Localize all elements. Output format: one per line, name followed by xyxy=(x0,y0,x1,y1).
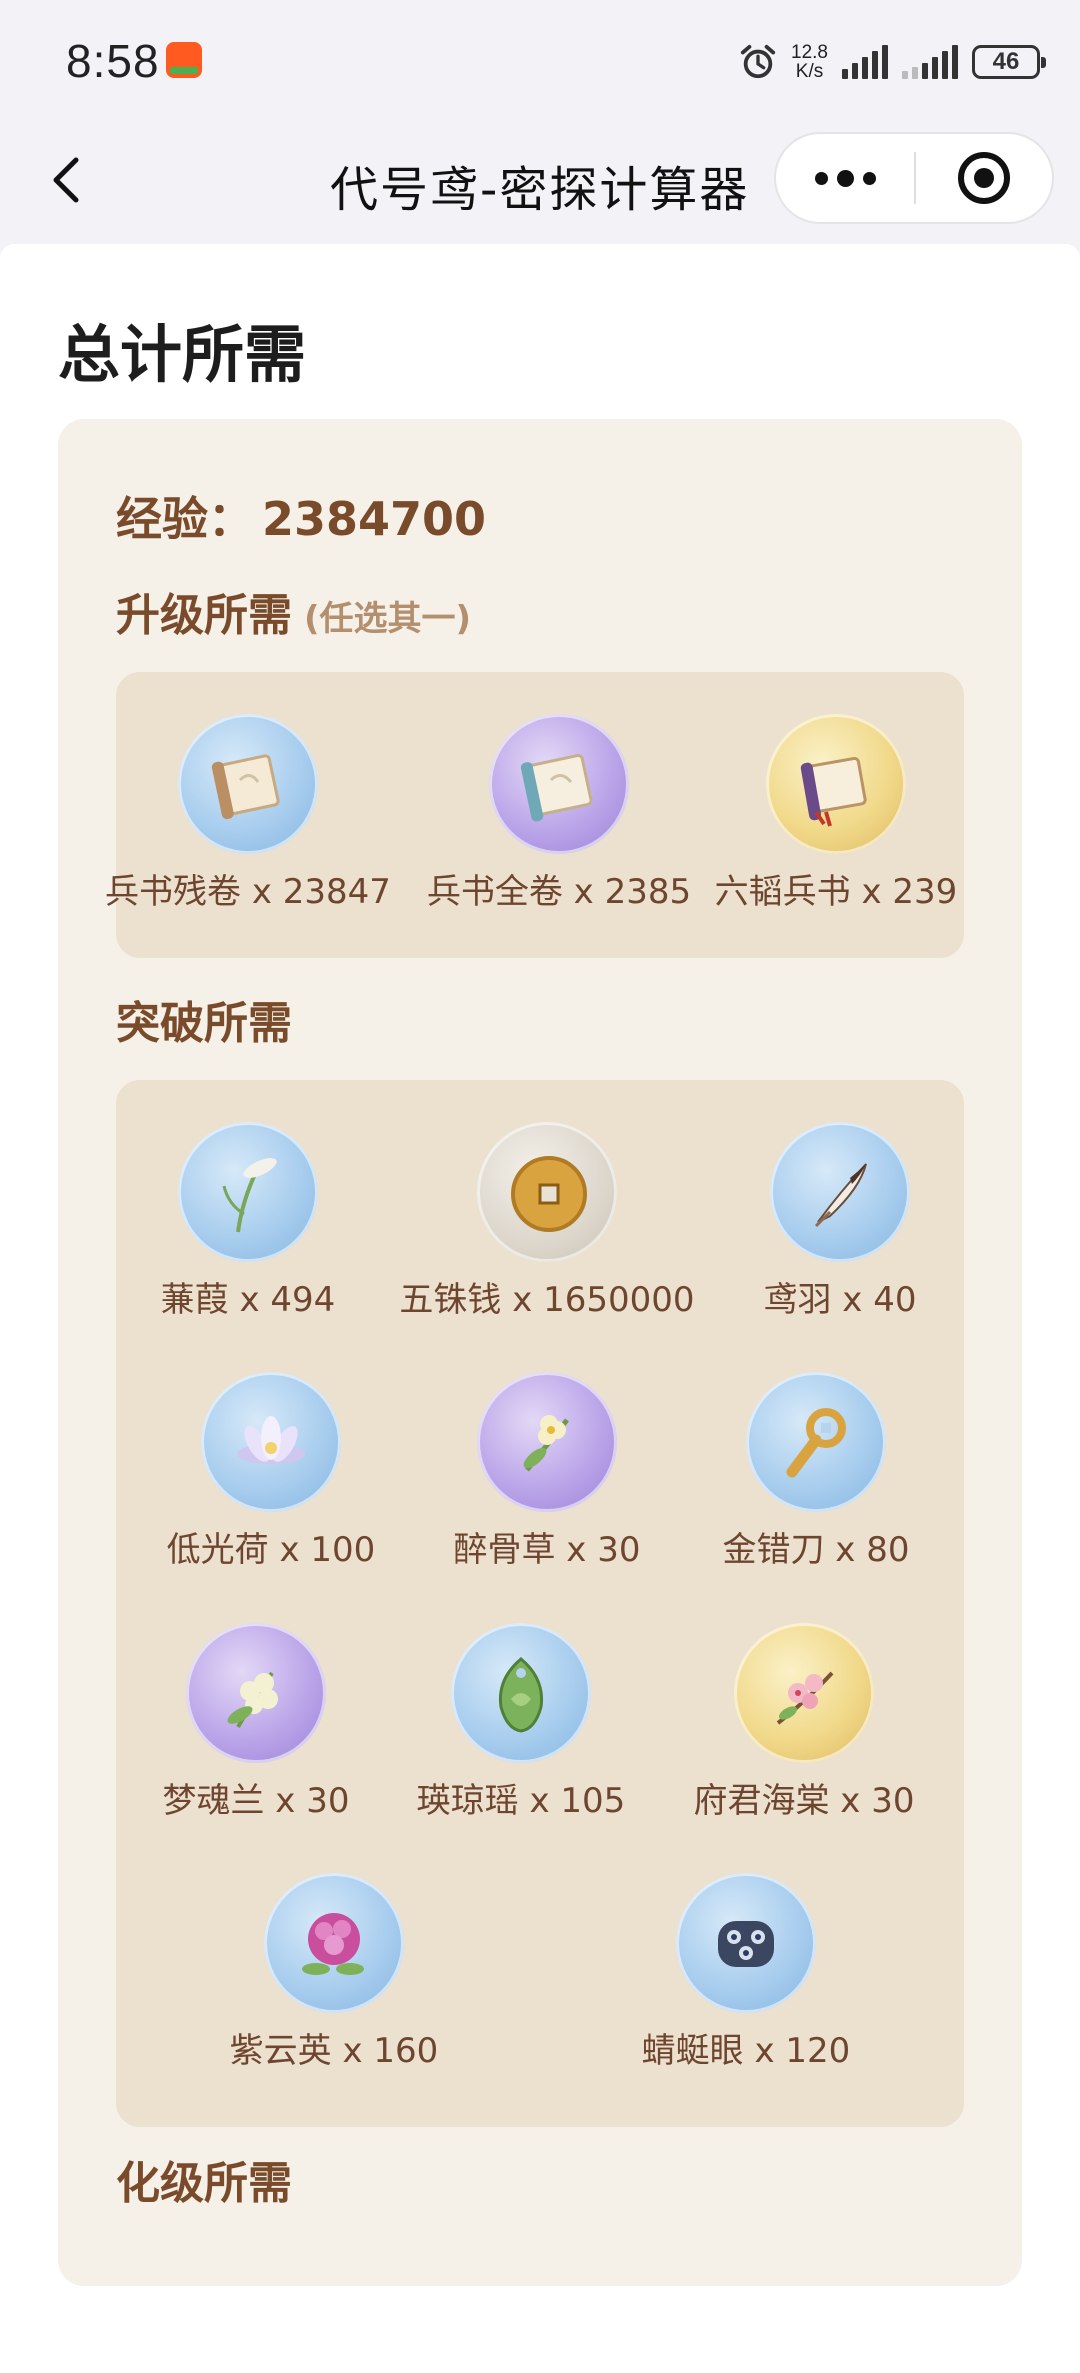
mini-program-capsule xyxy=(774,132,1054,224)
signal-strength-secondary-icon xyxy=(902,45,958,79)
transform-title: 化级所需 xyxy=(116,2158,292,2209)
back-button[interactable] xyxy=(38,150,98,210)
more-button[interactable] xyxy=(776,134,914,222)
reed-icon xyxy=(178,1122,318,1262)
network-speed: 12.8 K/s xyxy=(791,43,828,81)
target-icon xyxy=(958,152,1010,204)
transform-section-title: 化级所需 xyxy=(116,2147,292,2211)
nav-bar: 代号鸢-密探计算器 xyxy=(0,124,1080,236)
breakthrough-title: 突破所需 xyxy=(116,998,292,1049)
breakthrough-items-panel: 蒹葭 x 494 五铢钱 x 1650000 鸢羽 x 40 低光荷 x 100… xyxy=(116,1080,964,2127)
upgrade-section-title: 升级所需 (任选其一) xyxy=(116,579,471,643)
network-speed-unit: K/s xyxy=(795,61,824,82)
lotus-icon xyxy=(201,1372,341,1512)
item-label: 兵书残卷 x 23847 xyxy=(105,872,391,912)
item-lotus: 低光荷 x 100 xyxy=(111,1372,431,1571)
item-label: 紫云英 x 160 xyxy=(229,2031,439,2071)
jade-pendant-icon xyxy=(451,1623,591,1763)
herb-flower-icon xyxy=(477,1372,617,1512)
network-speed-value: 12.8 xyxy=(791,42,828,63)
battery-level: 46 xyxy=(992,48,1020,75)
item-reed: 蒹葭 x 494 xyxy=(88,1122,408,1321)
page-title: 总计所需 xyxy=(58,318,307,391)
item-label: 金错刀 x 80 xyxy=(722,1530,910,1570)
item-begonia: 府君海棠 x 30 xyxy=(644,1623,964,1822)
summary-card: 经验： 2384700 升级所需 (任选其一) 兵书残卷 x 23847 兵书全… xyxy=(58,419,1022,2286)
nav-title: 代号鸢-密探计算器 xyxy=(330,162,750,218)
coin-icon xyxy=(477,1122,617,1262)
signal-strength-icon xyxy=(842,45,888,79)
item-clover-flower: 紫云英 x 160 xyxy=(174,1873,494,2072)
upgrade-items-panel: 兵书残卷 x 23847 兵书全卷 x 2385 六韬兵书 x 239 xyxy=(105,672,964,958)
feather-icon xyxy=(770,1122,910,1262)
item-scroll-full: 兵书全卷 x 2385 xyxy=(399,714,719,913)
status-bar: 8:58 12.8 K/s 46 xyxy=(0,0,1080,124)
item-feather: 鸢羽 x 40 xyxy=(680,1122,1000,1321)
item-jade-pendant: 瑛琼瑶 x 105 xyxy=(361,1623,681,1822)
item-scroll-fragment: 兵书残卷 x 23847 xyxy=(88,714,408,913)
upgrade-note: (任选其一) xyxy=(304,599,472,639)
item-label: 五铢钱 x 1650000 xyxy=(399,1280,695,1320)
gold-knife-coin-icon xyxy=(746,1372,886,1512)
item-dragonfly-eye-bead: 蜻蜓眼 x 120 xyxy=(586,1873,906,2072)
item-label: 六韬兵书 x 239 xyxy=(714,872,958,912)
liutao-scroll-icon xyxy=(766,714,906,854)
item-liutao-scroll: 六韬兵书 x 239 xyxy=(676,714,996,913)
status-indicators: 12.8 K/s 46 xyxy=(739,40,1046,84)
dragonfly-eye-bead-icon xyxy=(676,1873,816,2013)
item-label: 蒹葭 x 494 xyxy=(160,1280,336,1320)
breakthrough-section-title: 突破所需 xyxy=(116,987,292,1051)
exp-label: 经验： xyxy=(116,492,254,546)
item-gold-knife-coin: 金错刀 x 80 xyxy=(656,1372,976,1571)
item-label: 蜻蜓眼 x 120 xyxy=(641,2031,851,2071)
item-label: 瑛琼瑶 x 105 xyxy=(416,1781,626,1821)
item-coin: 五铢钱 x 1650000 xyxy=(387,1122,707,1321)
battery-icon: 46 xyxy=(972,45,1046,79)
app-notification-icon xyxy=(166,42,202,78)
orchid-icon xyxy=(186,1623,326,1763)
close-mini-program-button[interactable] xyxy=(916,134,1052,222)
exp-row: 经验： 2384700 xyxy=(116,483,486,549)
status-time: 8:58 xyxy=(66,35,160,87)
clover-flower-icon xyxy=(264,1873,404,2013)
scroll-full-icon xyxy=(489,714,629,854)
item-label: 府君海棠 x 30 xyxy=(693,1781,915,1821)
item-label: 兵书全卷 x 2385 xyxy=(426,872,692,912)
item-label: 鸢羽 x 40 xyxy=(763,1280,917,1320)
scroll-fragment-icon xyxy=(178,714,318,854)
page-content: 总计所需 经验： 2384700 升级所需 (任选其一) 兵书残卷 x 23847 xyxy=(0,244,1080,2373)
upgrade-title: 升级所需 xyxy=(116,590,292,641)
item-label: 低光荷 x 100 xyxy=(166,1530,376,1570)
begonia-icon xyxy=(734,1623,874,1763)
alarm-icon xyxy=(740,44,776,79)
exp-value: 2384700 xyxy=(262,492,487,546)
